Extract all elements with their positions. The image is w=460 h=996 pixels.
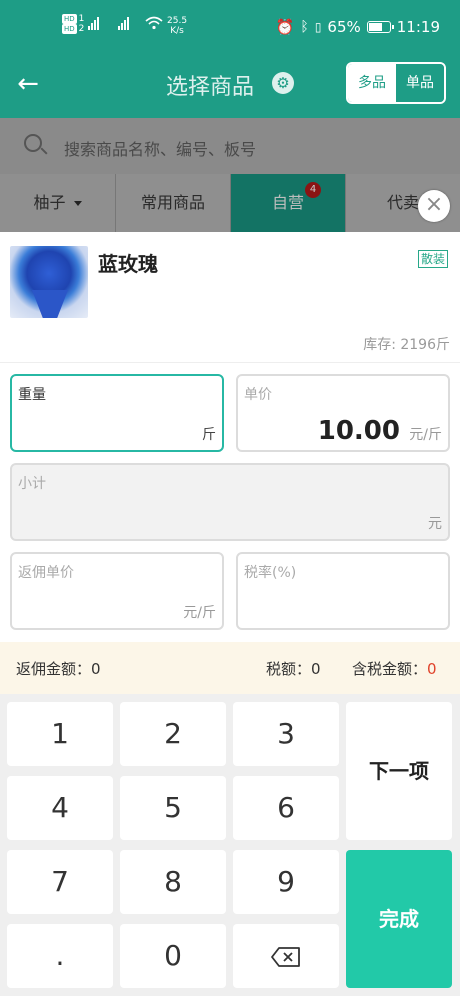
vibrate-icon: ▯ — [314, 20, 322, 34]
key-9[interactable]: 9 — [233, 850, 339, 914]
tax-amount: 税额：0 — [266, 660, 321, 678]
speed-unit: K/s — [170, 26, 184, 36]
signal-2-icon — [118, 17, 129, 30]
key-3[interactable]: 3 — [233, 702, 339, 766]
key-6[interactable]: 6 — [233, 776, 339, 840]
key-1[interactable]: 1 — [7, 702, 113, 766]
tab-label: 自营 — [271, 193, 304, 212]
unit-price-field[interactable]: 单价 10.00 元/斤 — [236, 374, 450, 452]
search-placeholder: 搜索商品名称、编号、板号 — [64, 140, 257, 159]
tab-common[interactable]: 常用商品 — [116, 174, 231, 232]
subtotal-label: 小计 — [18, 476, 46, 492]
key-5[interactable]: 5 — [120, 776, 226, 840]
count-badge: 4 — [305, 182, 321, 198]
close-icon[interactable]: × — [418, 190, 450, 222]
subtotal-unit: 元 — [428, 516, 442, 532]
bluetooth-icon: ᛒ — [300, 19, 309, 35]
key-2[interactable]: 2 — [120, 702, 226, 766]
tax-rate-field[interactable]: 税率(%) — [236, 552, 450, 630]
subtotal-field: 小计 元 — [10, 463, 450, 541]
alarm-icon: ⏰ — [275, 18, 295, 36]
clock: 11:19 — [396, 18, 440, 36]
product-image — [10, 246, 88, 318]
settings-gear-icon[interactable]: ⚙ — [272, 72, 294, 94]
tab-youzi[interactable]: 柚子 — [0, 174, 116, 232]
key-0[interactable]: 0 — [120, 924, 226, 988]
rebate-price-label: 返佣单价 — [18, 565, 74, 581]
battery-icon — [366, 21, 394, 33]
done-button[interactable]: 完成 — [346, 850, 452, 988]
tax-rate-label: 税率(%) — [244, 565, 297, 581]
tax-included-value: 0 — [427, 660, 437, 678]
page-title: 选择商品 — [166, 75, 255, 100]
mode-single-button[interactable]: 单品 — [396, 64, 444, 102]
next-button[interactable]: 下一项 — [346, 702, 452, 840]
backspace-button[interactable] — [233, 924, 339, 988]
unit-price-unit: 元/斤 — [409, 427, 442, 443]
product-name: 蓝玫瑰 — [98, 252, 158, 276]
divider — [0, 362, 460, 363]
speed-value: 25.5 — [167, 16, 188, 26]
status-right: ⏰ ᛒ ▯ 65% 11:19 — [276, 18, 440, 36]
rebate-price-field[interactable]: 返佣单价 元/斤 — [10, 552, 224, 630]
rebate-amount: 返佣金额：0 — [16, 660, 101, 678]
weight-field[interactable]: 重量 斤 — [10, 374, 224, 452]
bulk-tag: 散装 — [418, 250, 449, 268]
mode-toggle[interactable]: 多品 单品 — [346, 62, 446, 104]
dimmed-background: 搜索商品名称、编号、板号 柚子 常用商品 自营 4 代卖 × — [0, 118, 460, 232]
back-arrow-icon[interactable]: ← — [12, 68, 44, 100]
tax-included-amount: 含税金额：0 — [352, 658, 437, 679]
key-8[interactable]: 8 — [120, 850, 226, 914]
app-header: ← 选择商品 ⚙ 多品 单品 — [0, 56, 460, 118]
search-icon — [24, 134, 42, 152]
unit-price-value: 10.00 — [317, 416, 400, 446]
tax-included-label: 含税金额： — [352, 660, 428, 678]
key-7[interactable]: 7 — [7, 850, 113, 914]
product-sheet: 蓝玫瑰 散装 库存: 2196斤 重量 斤 单价 10.00 元/斤 小计 元 … — [0, 232, 460, 996]
tab-self-operated[interactable]: 自营 4 — [231, 174, 346, 232]
numeric-keypad: 1 2 3 下一项 4 5 6 7 8 9 完成 . 0 — [0, 694, 460, 996]
backspace-icon — [271, 947, 300, 967]
mode-multi-button[interactable]: 多品 — [348, 64, 396, 102]
amount-summary: 返佣金额：0 税额：0 含税金额：0 — [0, 642, 460, 694]
battery-percent: 65% — [327, 18, 361, 36]
status-bar: HD 1 HD 2 25.5 K/s ⏰ ᛒ ▯ 65% 11:19 — [0, 0, 460, 56]
tab-label: 常用商品 — [140, 193, 205, 212]
unit-price-label: 单价 — [244, 387, 272, 403]
sim-indicators: HD 1 HD 2 — [62, 14, 85, 34]
weight-label: 重量 — [18, 387, 46, 403]
key-4[interactable]: 4 — [7, 776, 113, 840]
tab-label: 柚子 — [33, 193, 66, 212]
chevron-down-icon — [73, 201, 82, 206]
wifi-icon — [145, 16, 163, 30]
stock-text: 库存: 2196斤 — [363, 337, 450, 353]
category-tabs: 柚子 常用商品 自营 4 代卖 — [0, 174, 460, 232]
key-dot[interactable]: . — [7, 924, 113, 988]
signal-1-icon — [88, 17, 99, 30]
weight-unit: 斤 — [202, 427, 216, 443]
rebate-price-unit: 元/斤 — [183, 605, 216, 621]
search-bar[interactable]: 搜索商品名称、编号、板号 — [0, 118, 460, 174]
network-speed: 25.5 K/s — [167, 16, 187, 36]
tab-label: 代卖 — [386, 193, 419, 212]
